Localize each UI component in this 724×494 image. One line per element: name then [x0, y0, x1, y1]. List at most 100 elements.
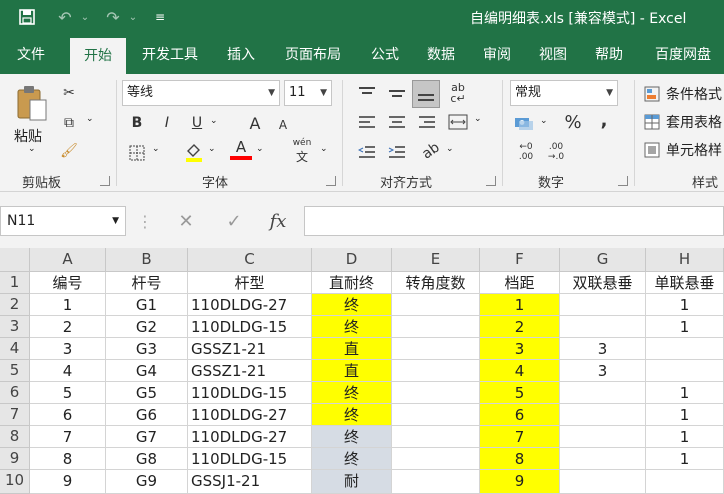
format-painter-icon[interactable]: 🖌 — [58, 140, 80, 162]
cell-c3[interactable]: 110DLDG-15 — [188, 316, 312, 338]
cell-h4[interactable] — [646, 338, 724, 360]
column-header-c[interactable]: C — [188, 248, 312, 272]
cell-e3[interactable] — [392, 316, 480, 338]
cell-e5[interactable] — [392, 360, 480, 382]
tab-developer[interactable]: 开发工具 — [130, 36, 210, 74]
cell-styles-button[interactable]: 单元格样 — [666, 140, 722, 160]
cell-a6[interactable]: 5 — [30, 382, 106, 404]
cell-b1[interactable]: 杆号 — [106, 272, 188, 294]
cell-d6[interactable]: 终 — [312, 382, 392, 404]
cell-a7[interactable]: 6 — [30, 404, 106, 426]
cell-h6[interactable]: 1 — [646, 382, 724, 404]
cell-g6[interactable] — [560, 382, 646, 404]
clipboard-launcher-icon[interactable] — [100, 176, 110, 186]
cell-c2[interactable]: 110DLDG-27 — [188, 294, 312, 316]
align-bottom-icon[interactable] — [412, 80, 440, 108]
cell-d5[interactable]: 直 — [312, 360, 392, 382]
font-name-select[interactable]: 等线 ▼ — [122, 80, 280, 106]
name-box[interactable]: N11 ▼ — [0, 206, 126, 236]
cell-a5[interactable]: 4 — [30, 360, 106, 382]
cell-f6[interactable]: 5 — [480, 382, 560, 404]
paste-icon[interactable] — [12, 82, 52, 124]
cell-g9[interactable] — [560, 448, 646, 470]
tab-formulas[interactable]: 公式 — [360, 36, 410, 74]
cell-g7[interactable] — [560, 404, 646, 426]
cell-a9[interactable]: 8 — [30, 448, 106, 470]
cell-d4[interactable]: 直 — [312, 338, 392, 360]
copy-dropdown-icon[interactable]: ⌄ — [86, 114, 94, 124]
insert-function-icon[interactable]: fx — [262, 206, 294, 236]
row-header-7[interactable]: 7 — [0, 404, 30, 426]
cell-b6[interactable]: G5 — [106, 382, 188, 404]
undo-icon[interactable]: ↶ — [52, 6, 78, 28]
cell-g10[interactable] — [560, 470, 646, 494]
align-right-icon[interactable] — [414, 110, 440, 134]
cell-c7[interactable]: 110DLDG-27 — [188, 404, 312, 426]
cell-f3[interactable]: 2 — [480, 316, 560, 338]
number-format-select[interactable]: 常规 ▼ — [510, 80, 618, 106]
cell-g5[interactable]: 3 — [560, 360, 646, 382]
cell-a10[interactable]: 9 — [30, 470, 106, 494]
cell-d7[interactable]: 终 — [312, 404, 392, 426]
cell-g1[interactable]: 双联悬垂 — [560, 272, 646, 294]
column-header-g[interactable]: G — [560, 248, 646, 272]
conditional-format-icon[interactable] — [642, 84, 662, 104]
font-color-dropdown-icon[interactable]: ⌄ — [256, 144, 264, 154]
merge-dropdown-icon[interactable]: ⌄ — [474, 114, 482, 124]
percent-button[interactable]: % — [562, 110, 584, 134]
cell-a3[interactable]: 2 — [30, 316, 106, 338]
cell-e10[interactable] — [392, 470, 480, 494]
cell-d8[interactable]: 终 — [312, 426, 392, 448]
row-header-5[interactable]: 5 — [0, 360, 30, 382]
wrap-text-icon[interactable]: ab c↵ — [446, 80, 470, 106]
column-header-b[interactable]: B — [106, 248, 188, 272]
cell-c6[interactable]: 110DLDG-15 — [188, 382, 312, 404]
font-size-select[interactable]: 11 ▼ — [284, 80, 332, 106]
cancel-entry-icon[interactable]: ✕ — [170, 206, 202, 236]
border-icon[interactable] — [126, 142, 148, 164]
cell-e6[interactable] — [392, 382, 480, 404]
cell-g8[interactable] — [560, 426, 646, 448]
cell-d9[interactable]: 终 — [312, 448, 392, 470]
tab-data[interactable]: 数据 — [416, 36, 466, 74]
cell-a1[interactable]: 编号 — [30, 272, 106, 294]
select-all-corner[interactable] — [0, 248, 30, 272]
cell-a8[interactable]: 7 — [30, 426, 106, 448]
paste-label[interactable]: 粘贴 — [14, 126, 42, 146]
accounting-format-icon[interactable] — [512, 112, 538, 134]
cell-c1[interactable]: 杆型 — [188, 272, 312, 294]
align-left-icon[interactable] — [354, 110, 380, 134]
cell-d3[interactable]: 终 — [312, 316, 392, 338]
cell-g3[interactable] — [560, 316, 646, 338]
cell-f7[interactable]: 6 — [480, 404, 560, 426]
orientation-icon[interactable]: ab — [413, 133, 449, 169]
decrease-indent-icon[interactable] — [354, 140, 380, 164]
column-header-h[interactable]: H — [646, 248, 724, 272]
tab-page-layout[interactable]: 页面布局 — [272, 36, 354, 74]
cell-f10[interactable]: 9 — [480, 470, 560, 494]
cell-f1[interactable]: 档距 — [480, 272, 560, 294]
cell-b7[interactable]: G6 — [106, 404, 188, 426]
cell-e8[interactable] — [392, 426, 480, 448]
row-header-8[interactable]: 8 — [0, 426, 30, 448]
cell-a4[interactable]: 3 — [30, 338, 106, 360]
cell-h8[interactable]: 1 — [646, 426, 724, 448]
tab-view[interactable]: 视图 — [528, 36, 578, 74]
cell-e7[interactable] — [392, 404, 480, 426]
cell-b2[interactable]: G1 — [106, 294, 188, 316]
column-header-e[interactable]: E — [392, 248, 480, 272]
alignment-launcher-icon[interactable] — [486, 176, 496, 186]
format-as-table-button[interactable]: 套用表格 — [666, 112, 722, 132]
row-header-1[interactable]: 1 — [0, 272, 30, 294]
cell-f2[interactable]: 1 — [480, 294, 560, 316]
font-color-button[interactable]: A — [230, 138, 252, 160]
cell-h9[interactable]: 1 — [646, 448, 724, 470]
enter-entry-icon[interactable]: ✓ — [218, 206, 250, 236]
shrink-font-button[interactable]: A — [272, 114, 294, 136]
row-header-2[interactable]: 2 — [0, 294, 30, 316]
border-dropdown-icon[interactable]: ⌄ — [152, 144, 160, 154]
underline-dropdown-icon[interactable]: ⌄ — [210, 116, 218, 126]
cell-e2[interactable] — [392, 294, 480, 316]
row-header-10[interactable]: 10 — [0, 470, 30, 494]
formula-input[interactable] — [304, 206, 724, 236]
